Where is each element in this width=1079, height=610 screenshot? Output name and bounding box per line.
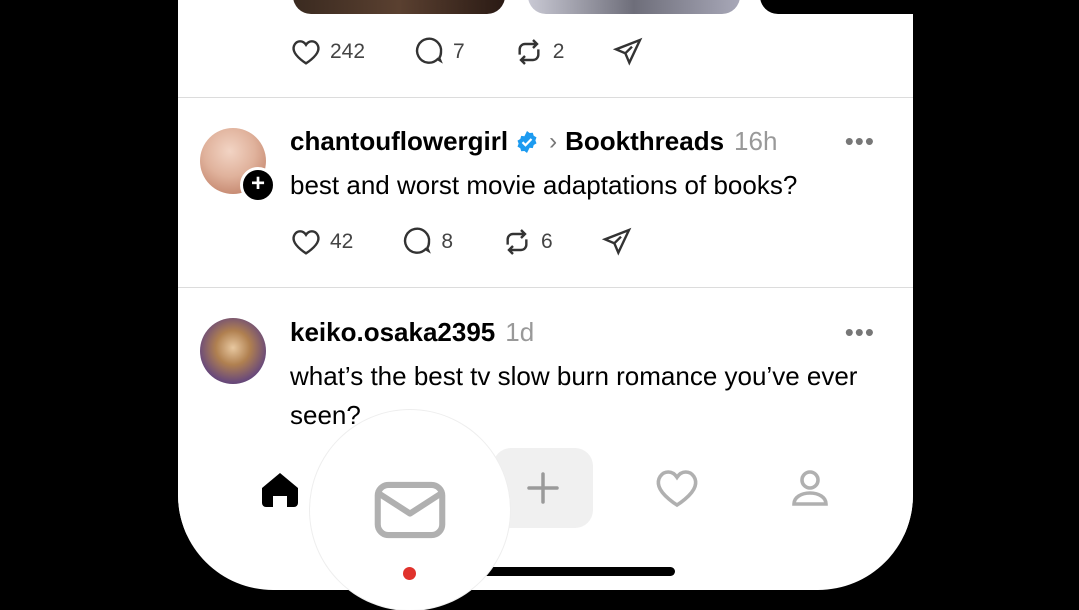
heart-icon [292,40,320,65]
like-count: 242 [330,40,366,63]
nav-home[interactable] [256,465,304,513]
previous-post-actions: 242 7 2 [290,36,700,68]
notification-dot [403,567,416,580]
post-header: keiko.osaka2395 1d [290,317,534,348]
threads-feed-screen: 242 7 2 + chantouflowergirl › Bookthread… [178,0,913,590]
more-options-icon[interactable]: ••• [845,317,875,348]
profile-icon [792,470,828,506]
follow-button[interactable]: + [240,167,276,203]
post-time: 1d [505,317,535,347]
repost-count: 6 [541,230,553,253]
username[interactable]: chantouflowergirl [290,126,508,157]
repost-button[interactable]: 6 [501,226,553,258]
send-icon [601,227,632,256]
repost-button[interactable]: 2 [513,36,565,68]
share-button[interactable] [601,226,641,258]
reply-button[interactable]: 8 [401,226,453,258]
verified-badge-icon [515,130,539,154]
share-button[interactable] [612,36,652,68]
send-icon [613,37,643,66]
avatar[interactable] [200,318,266,384]
reply-count: 8 [441,230,454,253]
like-button[interactable]: 242 [290,36,365,68]
divider [178,97,913,98]
more-options-icon[interactable]: ••• [845,126,875,157]
divider [178,287,913,288]
post-image[interactable] [528,0,740,14]
repost-icon [518,39,540,65]
post-image[interactable] [760,0,913,14]
username[interactable]: keiko.osaka2395 [290,317,495,348]
home-indicator [475,567,675,576]
repost-count: 2 [552,40,565,63]
post-text: best and worst movie adaptations of book… [290,170,798,200]
nav-profile[interactable] [785,463,835,513]
comment-icon [415,37,443,64]
mail-icon [374,481,446,539]
heart-icon [292,230,320,255]
post-header: chantouflowergirl › Bookthreads 16h [290,126,777,157]
previous-post-images [178,0,913,16]
heart-icon [656,470,698,508]
repost-icon [506,229,528,255]
like-count: 42 [330,230,354,253]
like-button[interactable]: 42 [290,226,353,258]
nav-activity[interactable] [652,463,702,513]
comment-icon [404,227,432,254]
home-icon [262,473,298,507]
bottom-navigation [178,445,913,535]
reply-button[interactable]: 7 [413,36,465,68]
post-time: 16h [734,126,778,156]
post-image[interactable] [293,0,505,14]
community-name[interactable]: Bookthreads [565,126,724,157]
chevron-right-icon: › [549,127,558,155]
reply-count: 7 [453,40,465,63]
nav-messages[interactable] [310,410,510,610]
post-actions: 42 8 6 [290,226,689,258]
plus-icon [527,472,559,504]
